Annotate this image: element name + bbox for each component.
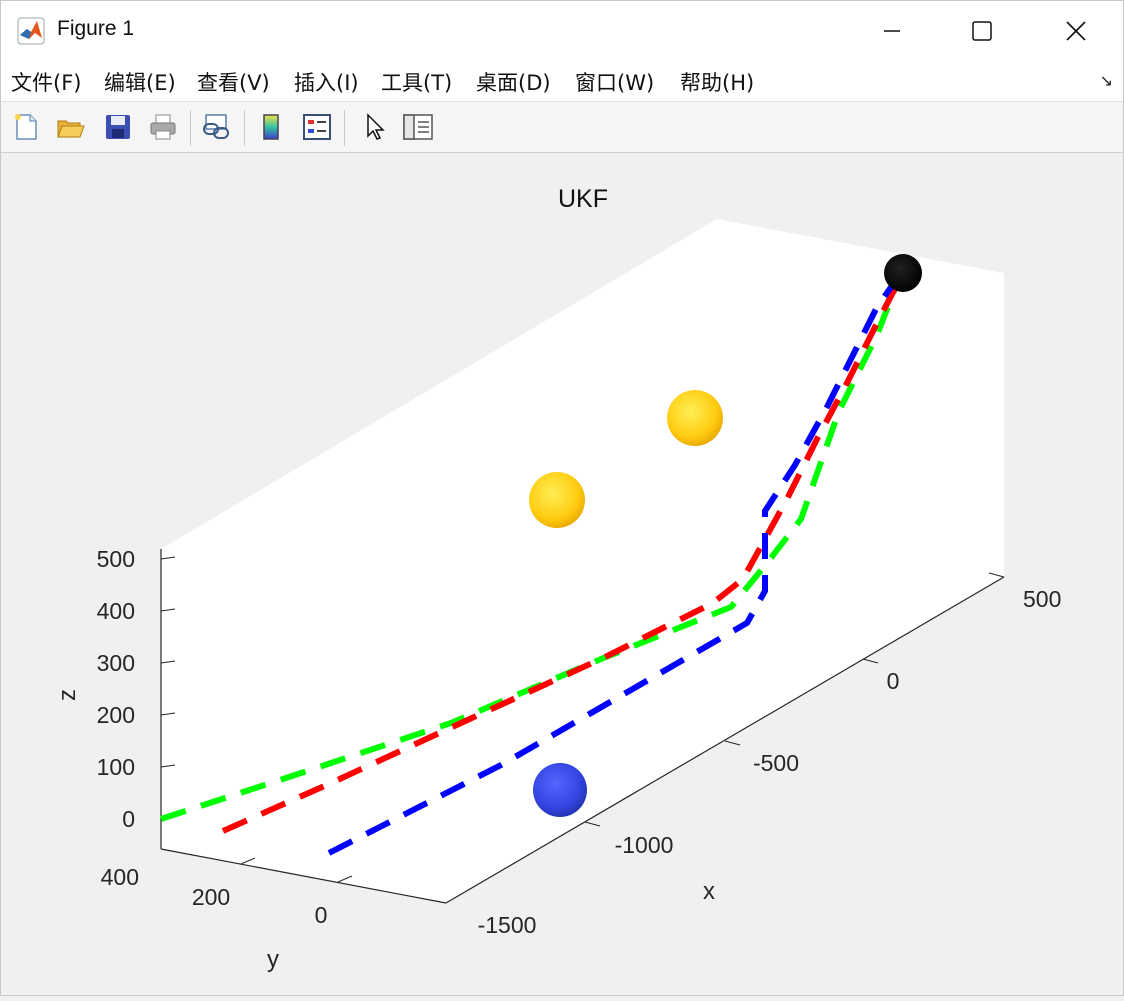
new-figure-icon [15, 114, 37, 140]
toolbar-separator [190, 110, 191, 146]
z-tick-label: 100 [97, 754, 135, 780]
z-tick-label: 0 [122, 806, 135, 832]
y-tick-label: 0 [315, 902, 328, 928]
x-tick-label: -1500 [478, 912, 537, 938]
x-axis-label: x [703, 878, 715, 905]
menu-insert[interactable]: 插入(I) [294, 67, 359, 97]
x-tick-label: -1000 [615, 832, 674, 858]
open-file-icon [57, 120, 85, 138]
menu-help[interactable]: 帮助(H) [680, 67, 754, 97]
chart-title: UKF [558, 185, 608, 213]
y-tick-label: 400 [101, 864, 139, 890]
z-tick-label: 400 [97, 598, 135, 624]
property-editor-button[interactable] [401, 110, 435, 144]
maximize-icon [972, 21, 992, 41]
print-button[interactable] [146, 110, 180, 144]
x-tick-label: -500 [753, 750, 799, 776]
figure-canvas[interactable]: 500 400 300 200 100 0 z 400 200 0 y 500 … [1, 153, 1124, 997]
property-editor-icon [403, 114, 433, 140]
new-figure-button[interactable] [9, 110, 43, 144]
toolbar-separator [244, 110, 245, 146]
black-sphere-marker [884, 254, 922, 292]
menu-edit[interactable]: 编辑(E) [104, 67, 176, 97]
link-plot-button[interactable] [199, 110, 233, 144]
maximize-button[interactable] [959, 11, 1005, 51]
y-axis-label: y [267, 946, 279, 973]
print-icon [150, 114, 176, 140]
edit-plot-button[interactable] [358, 110, 392, 144]
title-bar: Figure 1 [1, 1, 1123, 59]
colorbar-button[interactable] [254, 110, 288, 144]
legend-icon [303, 114, 331, 140]
minimize-button[interactable] [869, 11, 915, 51]
open-file-button[interactable] [53, 110, 87, 144]
figure-window: Figure 1 文件(F) 编辑(E) 查看(V) 插入(I) 工具(T) 桌… [0, 0, 1124, 996]
menu-file[interactable]: 文件(F) [11, 67, 81, 97]
menu-view[interactable]: 查看(V) [197, 67, 270, 97]
z-axis-label: z [54, 689, 81, 701]
matlab-logo-icon [17, 17, 45, 45]
save-button[interactable] [101, 110, 135, 144]
save-icon [106, 115, 130, 139]
x-tick-label: 0 [887, 668, 900, 694]
blue-sphere-marker [533, 763, 587, 817]
x-tick-label: 500 [1023, 586, 1061, 612]
pointer-icon [367, 113, 385, 140]
close-icon [1066, 21, 1086, 41]
y-tick-label: 200 [192, 884, 230, 910]
menu-bar: 文件(F) 编辑(E) 查看(V) 插入(I) 工具(T) 桌面(D) 窗口(W… [1, 59, 1123, 102]
close-button[interactable] [1053, 11, 1099, 51]
menu-desktop[interactable]: 桌面(D) [476, 67, 551, 97]
z-tick-label: 500 [97, 546, 135, 572]
legend-button[interactable] [300, 110, 334, 144]
figure-toolbar [1, 102, 1123, 153]
menu-tools[interactable]: 工具(T) [381, 67, 452, 97]
z-tick-label: 200 [97, 702, 135, 728]
menu-window[interactable]: 窗口(W) [575, 67, 654, 97]
yellow-sphere-marker [667, 390, 723, 446]
minimize-icon [884, 30, 900, 32]
axes-3d[interactable]: 500 400 300 200 100 0 z 400 200 0 y 500 … [1, 153, 1124, 997]
dock-arrow-icon[interactable]: ↘ [1100, 71, 1113, 90]
colorbar-icon [263, 114, 279, 140]
window-title: Figure 1 [57, 17, 135, 40]
link-plot-icon [203, 114, 229, 139]
toolbar-separator [344, 110, 345, 146]
z-tick-label: 300 [97, 650, 135, 676]
yellow-sphere-marker [529, 472, 585, 528]
